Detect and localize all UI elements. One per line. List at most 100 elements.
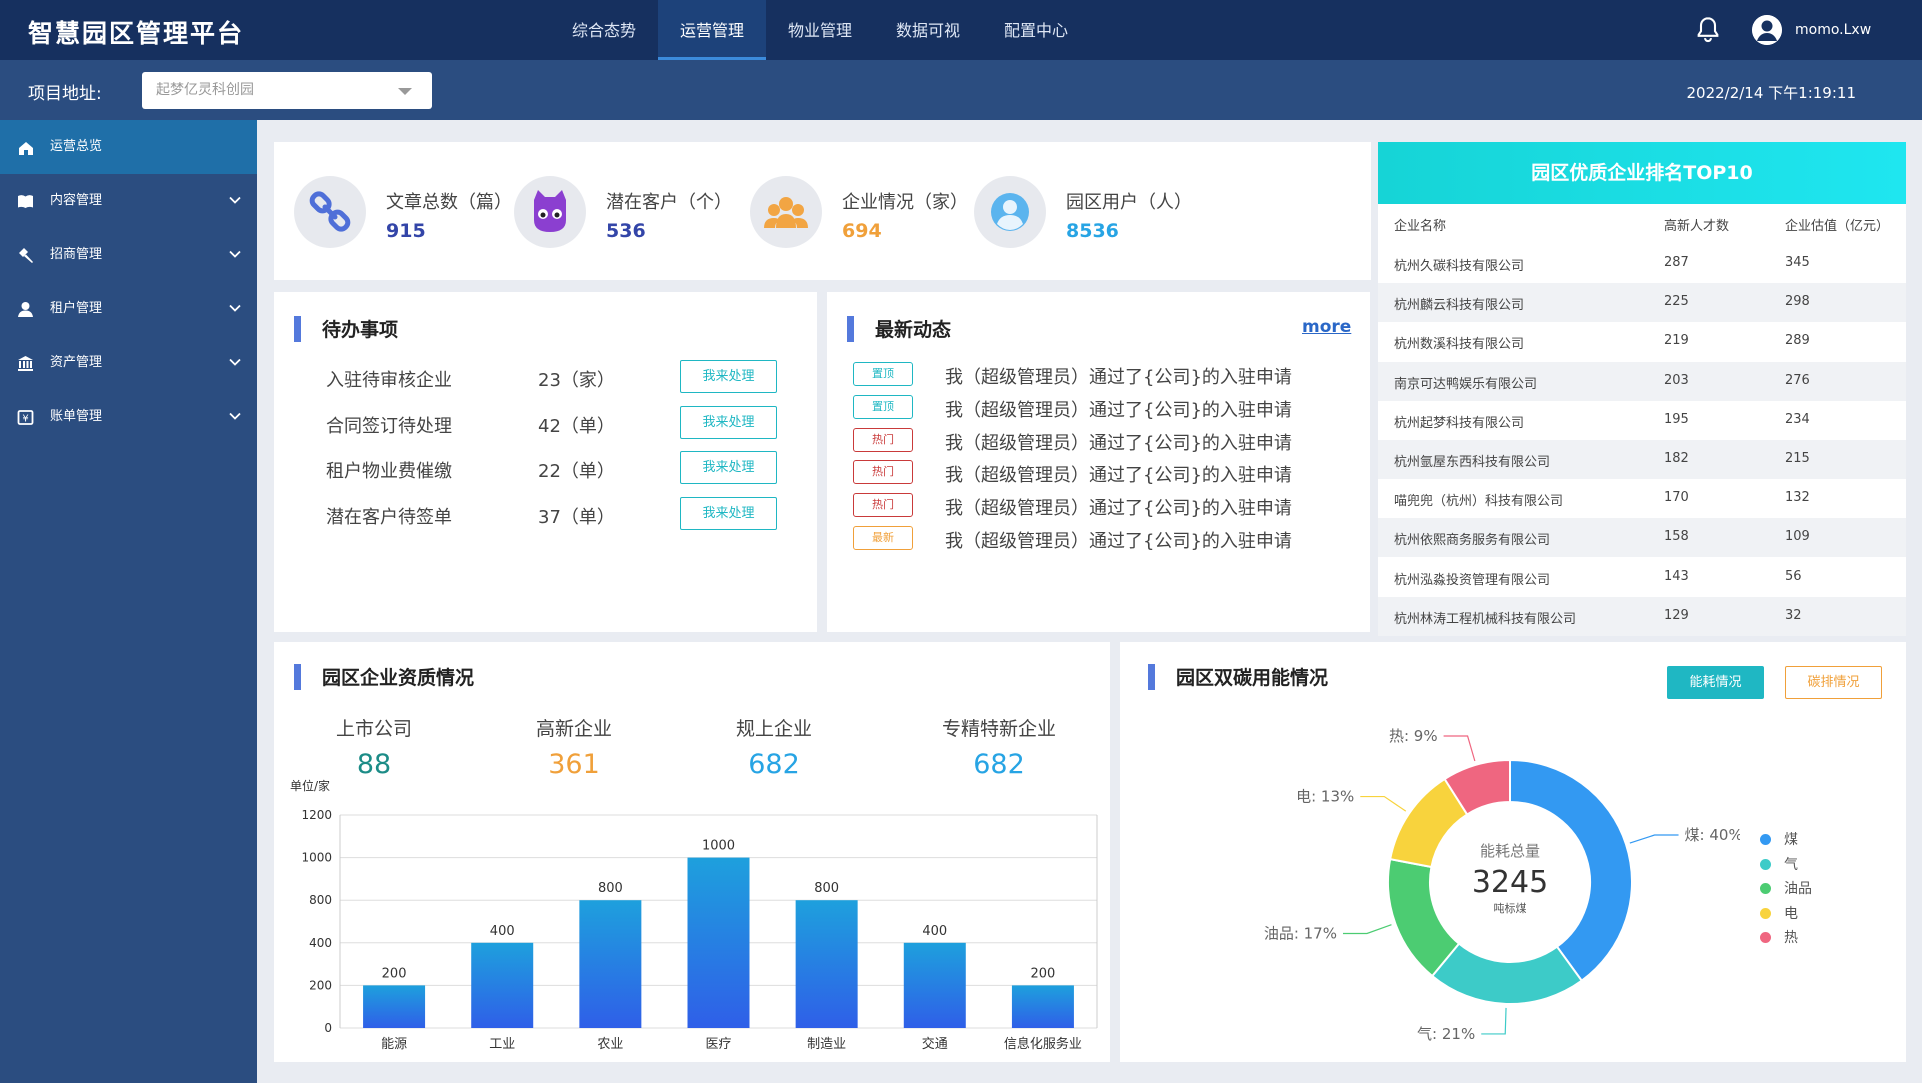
news-row[interactable]: 热门 我（超级管理员）通过了{公司}的入驻申请	[853, 460, 1353, 486]
chevron-down-icon[interactable]	[227, 300, 243, 316]
ranking-cell: 276	[1785, 372, 1810, 388]
bar[interactable]	[471, 942, 534, 1028]
ranking-cell: 219	[1664, 333, 1689, 349]
todo-count: 42（单）	[538, 415, 615, 437]
chevron-down-icon[interactable]	[227, 192, 243, 208]
ranking-row[interactable]: 杭州数溪科技有限公司 219 289	[1378, 322, 1906, 361]
sidebar-item[interactable]: 内容管理	[0, 174, 257, 228]
y-tick-label: 1000	[301, 851, 332, 865]
sidebar-item[interactable]: 运营总览	[0, 120, 257, 174]
ranking-cell: 杭州久碳科技有限公司	[1394, 259, 1525, 274]
news-row[interactable]: 置顶 我（超级管理员）通过了{公司}的入驻申请	[853, 362, 1353, 388]
news-row[interactable]: 最新 我（超级管理员）通过了{公司}的入驻申请	[853, 526, 1353, 552]
chevron-down-icon[interactable]	[227, 408, 243, 424]
stats-card: 文章总数（篇） 915 潜在客户（个） 536 企业情况（家） 694 园区用户（人） 853…	[274, 142, 1371, 280]
hammer-icon	[19, 248, 33, 263]
energy-donut-chart: 煤: 40% 气: 21% 油品: 17% 电: 13% 热: 9% 能耗总量 3245吨标…	[1264, 727, 1740, 1043]
chart-unit-label: 单位/家	[290, 778, 330, 793]
nav-tab[interactable]: 运营管理	[658, 0, 766, 60]
nav-tab[interactable]: 数据可视	[874, 0, 982, 60]
ranking-row[interactable]: 杭州依熙商务服务有限公司 158 109	[1378, 518, 1906, 558]
legend-label: 煤	[1784, 832, 1798, 848]
carbon-emission-button[interactable]: 碳排情况	[1785, 666, 1882, 699]
sidebar-item[interactable]: 租户管理	[0, 282, 257, 336]
stat-value: 694	[842, 220, 882, 242]
ranking-row[interactable]: 杭州麟云科技有限公司 225 298	[1378, 283, 1906, 323]
bar[interactable]	[795, 900, 858, 1028]
bar-value-label: 800	[598, 881, 623, 896]
stat-icon-bg	[750, 176, 822, 248]
ranking-row[interactable]: 杭州泓淼投资管理有限公司 143 56	[1378, 558, 1906, 597]
y-tick-label: 200	[309, 978, 332, 992]
slice-label: 气: 21%	[1417, 1025, 1475, 1043]
ranking-row[interactable]: 杭州林涛工程机械科技有限公司 129 32	[1378, 596, 1906, 636]
bar[interactable]	[579, 900, 642, 1028]
bell-icon[interactable]	[1694, 16, 1722, 44]
news-row[interactable]: 热门 我（超级管理员）通过了{公司}的入驻申请	[853, 493, 1353, 519]
x-tick-label: 农业	[597, 1037, 623, 1052]
donut-center-unit: 吨标煤	[1494, 901, 1527, 915]
bar[interactable]	[363, 985, 426, 1028]
todo-title: 待办事项	[322, 319, 399, 341]
news-text: 我（超级管理员）通过了{公司}的入驻申请	[945, 498, 1292, 520]
nav-tab[interactable]: 综合态势	[550, 0, 658, 60]
sidebar-item[interactable]: 招商管理	[0, 228, 257, 282]
ranking-cell: 195	[1664, 411, 1689, 427]
handle-button[interactable]: 我来处理	[680, 360, 777, 393]
nav-tab[interactable]: 配置中心	[982, 0, 1090, 60]
bar-value-label: 800	[814, 881, 839, 896]
ranking-cell: 289	[1785, 333, 1810, 349]
qualification-stat: 高新企业 361	[474, 714, 674, 780]
top-header: 智慧园区管理平台 综合态势 运营管理 物业管理 数据可视 配置中心 momo.Lxw	[0, 0, 1922, 60]
ranking-row[interactable]: 杭州起梦科技有限公司 195 234	[1378, 401, 1906, 440]
project-select[interactable]: 起梦亿灵科创园	[142, 72, 432, 109]
sidebar-item[interactable]: ¥ 账单管理	[0, 390, 257, 444]
todo-count: 37（单）	[538, 506, 615, 528]
slice-label: 油品: 17%	[1264, 924, 1337, 942]
x-tick-label: 信息化服务业	[1004, 1036, 1082, 1052]
username[interactable]: momo.Lxw	[1795, 22, 1871, 38]
more-link[interactable]: more	[1302, 317, 1351, 337]
section-marker	[294, 664, 301, 690]
ranking-cell: 杭州数溪科技有限公司	[1394, 337, 1525, 353]
handle-button[interactable]: 我来处理	[680, 451, 777, 484]
bar[interactable]	[1011, 985, 1074, 1028]
x-tick-label: 医疗	[705, 1037, 731, 1052]
ranking-title: 园区优质企业排名TOP10	[1378, 142, 1906, 204]
energy-consumption-button[interactable]: 能耗情况	[1667, 666, 1764, 699]
nav-tab[interactable]: 物业管理	[766, 0, 874, 60]
bar-value-label: 400	[922, 924, 947, 939]
handle-button[interactable]: 我来处理	[680, 405, 777, 439]
handle-button[interactable]: 我来处理	[680, 496, 777, 530]
news-row[interactable]: 热门 我（超级管理员）通过了{公司}的入驻申请	[853, 427, 1353, 454]
industry-bar-chart: 单位/家 0 200 400 800 1000 1200 200 能源 400 工业 800 农业 100…	[290, 778, 1098, 1052]
legend-dot	[1760, 907, 1771, 919]
donut-slice[interactable]	[1430, 942, 1584, 1005]
datetime: 2022/2/14 下午1:19:11	[1686, 84, 1856, 102]
x-tick-label: 制造业	[807, 1037, 846, 1052]
sidebar-item-label: 租户管理	[50, 301, 103, 316]
chevron-down-icon	[398, 88, 412, 95]
app-title: 智慧园区管理平台	[28, 19, 245, 48]
qualification-value: 361	[548, 749, 600, 780]
news-row[interactable]: 置顶 我（超级管理员）通过了{公司}的入驻申请	[853, 394, 1353, 421]
slice-label-line	[1360, 795, 1407, 812]
bar[interactable]	[687, 857, 750, 1028]
ranking-row[interactable]: 杭州氩屋东西科技有限公司 182 215	[1378, 440, 1906, 479]
slice-label: 电: 13%	[1296, 788, 1354, 806]
ranking-cell: 杭州泓淼投资管理有限公司	[1394, 572, 1551, 588]
ranking-row[interactable]: 喵兜兜（杭州）科技有限公司 170 132	[1378, 479, 1906, 518]
sidebar-item-label: 运营总览	[50, 139, 103, 154]
chevron-down-icon[interactable]	[227, 246, 243, 262]
qualification-value: 682	[973, 749, 1025, 780]
bar[interactable]	[903, 942, 966, 1028]
energy-title: 园区双碳用能情况	[1176, 667, 1329, 689]
x-tick-label: 交通	[922, 1036, 948, 1052]
ranking-row[interactable]: 杭州久碳科技有限公司 287 345	[1378, 244, 1906, 283]
sidebar-item[interactable]: 资产管理	[0, 336, 257, 390]
stat-label: 企业情况（家）	[842, 192, 968, 213]
avatar[interactable]	[1752, 15, 1782, 45]
ranking-row[interactable]: 南京可达鸭娱乐有限公司 203 276	[1378, 361, 1906, 401]
chevron-down-icon[interactable]	[227, 354, 243, 370]
slice-label-line	[1629, 834, 1679, 844]
